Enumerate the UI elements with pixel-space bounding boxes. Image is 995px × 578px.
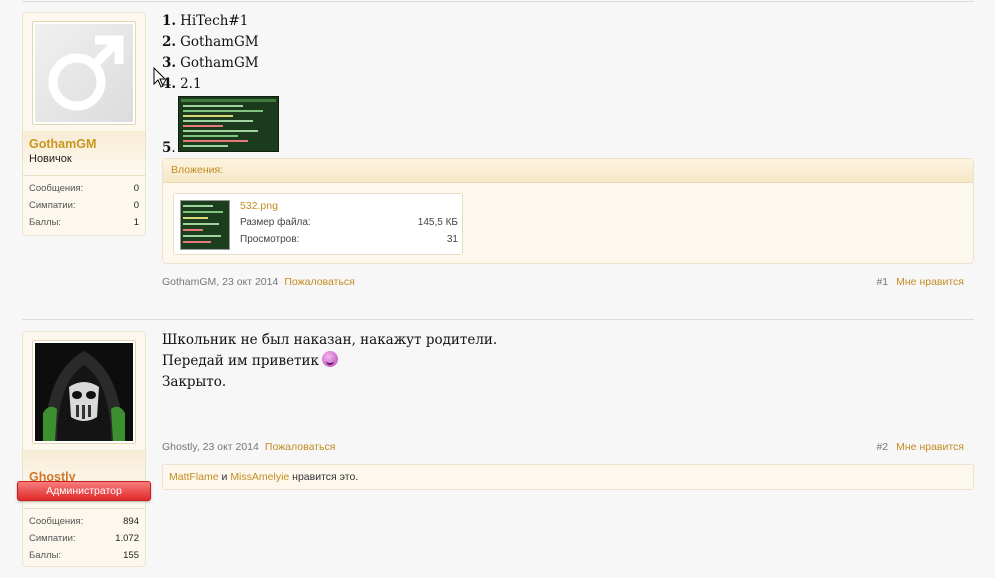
attachment-thumbnail[interactable]	[180, 200, 230, 250]
post-author-date[interactable]: Ghostly, 23 окт 2014	[162, 441, 259, 453]
top-separator	[22, 1, 974, 2]
message-text: Передай им приветик	[162, 353, 319, 369]
report-link[interactable]: Пожаловаться	[284, 276, 355, 288]
devil-smiley-icon	[321, 351, 338, 367]
stat-label: Баллы:	[29, 550, 62, 561]
post-number[interactable]: #1	[876, 276, 888, 288]
user-stats: Сообщения: 894 Симпатии: 1.072 Баллы: 155	[23, 508, 145, 570]
list-number: 1.	[162, 13, 177, 29]
attachments-title: Вложения:	[163, 159, 973, 183]
list-text: 2.1	[180, 76, 202, 92]
message-line: Передай им приветик	[162, 351, 497, 372]
stat-points: Баллы: 155	[29, 547, 139, 564]
stat-messages: Сообщения: 0	[29, 180, 139, 197]
post-separator	[22, 319, 974, 320]
list-text: GothamGM	[180, 34, 259, 50]
list-item: 3. GothamGM	[162, 53, 259, 74]
stat-likes: Симпатии: 0	[29, 197, 139, 214]
liker-link[interactable]: MattFlame	[169, 471, 219, 483]
like-button[interactable]: Мне нравится	[896, 276, 964, 288]
message-line: Школьник не был наказан, накажут родител…	[162, 332, 498, 348]
post-meta: Ghostly, 23 окт 2014 Пожаловаться	[162, 441, 335, 453]
likes-summary: MattFlame и MissAmelyie нравится это.	[162, 464, 974, 490]
stat-points: Баллы: 1	[29, 214, 139, 231]
male-symbol-icon	[35, 24, 133, 122]
inline-image[interactable]	[178, 96, 279, 152]
list-item-5: 5.	[162, 140, 176, 156]
post-number[interactable]: #2	[876, 441, 888, 453]
views-label: Просмотров:	[240, 234, 300, 245]
post-message: 1. HiTech#1 2. GothamGM 3. GothamGM 4. 2.1	[162, 11, 259, 95]
stat-messages: Сообщения: 894	[29, 513, 139, 530]
message-line: Закрыто.	[162, 374, 227, 390]
stat-value: 0	[133, 200, 139, 211]
post-meta: GothamGM, 23 окт 2014 Пожаловаться	[162, 276, 355, 288]
liker-link[interactable]: MissAmelyie	[230, 471, 289, 483]
user-stats: Сообщения: 0 Симпатии: 0 Баллы: 1	[23, 175, 145, 237]
user-name-block: GothamGM Новичок	[23, 131, 145, 171]
post-message: Школьник не был наказан, накажут родител…	[162, 330, 497, 393]
list-text: GothamGM	[180, 55, 259, 71]
views-value: 31	[446, 234, 458, 245]
user-panel: GothamGM Новичок Сообщения: 0 Симпатии: 0 …	[22, 12, 146, 236]
size-value: 145,5 КБ	[417, 217, 458, 228]
stat-value: 1	[133, 217, 139, 228]
stat-label: Симпатии:	[29, 533, 76, 544]
user-title: Новичок	[29, 153, 72, 165]
numbered-list: 1. HiTech#1 2. GothamGM 3. GothamGM 4. 2.1	[162, 11, 259, 95]
post-author-date[interactable]: GothamGM, 23 окт 2014	[162, 276, 278, 288]
stat-value: 894	[123, 516, 139, 527]
stat-likes: Симпатии: 1.072	[29, 530, 139, 547]
stat-label: Баллы:	[29, 217, 62, 228]
list-text: .	[171, 140, 176, 156]
likes-conjunction: и	[221, 471, 228, 483]
attachment-item[interactable]: 532.png Размер файла: 145,5 КБ Просмотров…	[173, 193, 463, 255]
list-item: 1. HiTech#1	[162, 11, 259, 32]
stat-label: Сообщения:	[29, 516, 84, 527]
list-number: 2.	[162, 34, 177, 50]
attachment-views-row: Просмотров: 31	[240, 234, 458, 245]
stat-value: 0	[133, 183, 139, 194]
stat-value: 155	[123, 550, 139, 561]
attachments-box: Вложения: 532.png Размер файла: 145,5 КБ …	[162, 158, 974, 264]
attachment-filename[interactable]: 532.png	[240, 200, 278, 212]
list-number: 5	[162, 140, 172, 156]
size-label: Размер файла:	[240, 217, 311, 228]
mouse-cursor-icon	[153, 67, 167, 88]
list-text: HiTech#1	[180, 13, 249, 29]
post-actions: #2 Мне нравится	[876, 441, 964, 453]
stat-value: 1.072	[115, 533, 139, 544]
user-panel: Ghostly Сообщения: 894 Симпатии: 1.072 Бал…	[22, 331, 146, 567]
list-item: 4. 2.1	[162, 74, 259, 95]
list-item: 2. GothamGM	[162, 32, 259, 53]
attachment-size-row: Размер файла: 145,5 КБ	[240, 217, 458, 228]
post-actions: #1 Мне нравится	[876, 276, 964, 288]
username[interactable]: GothamGM	[29, 137, 139, 151]
skull-hood-icon	[35, 343, 133, 441]
like-button[interactable]: Мне нравится	[896, 441, 964, 453]
avatar[interactable]	[32, 21, 136, 125]
likes-suffix: нравится это.	[292, 471, 359, 483]
stat-label: Симпатии:	[29, 200, 76, 211]
stat-label: Сообщения:	[29, 183, 84, 194]
admin-badge: Администратор	[17, 481, 151, 501]
avatar[interactable]	[32, 340, 136, 444]
report-link[interactable]: Пожаловаться	[265, 441, 336, 453]
